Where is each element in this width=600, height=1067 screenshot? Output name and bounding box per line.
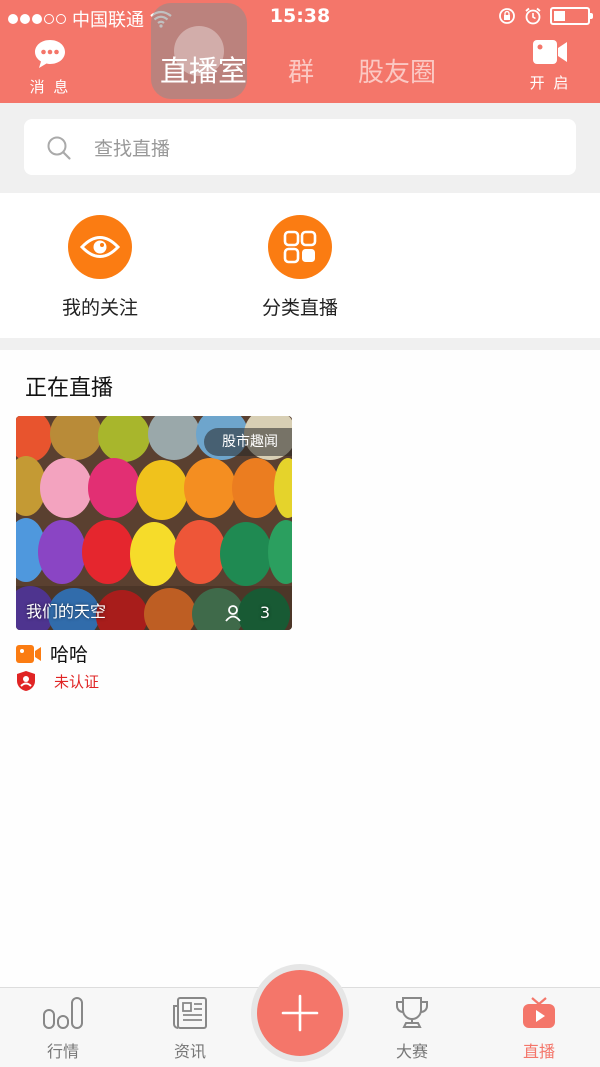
- my-follows-button[interactable]: 我的关注: [30, 215, 170, 320]
- eye-icon: [80, 236, 120, 258]
- publish-button[interactable]: [257, 970, 343, 1056]
- host-name: 哈哈: [50, 644, 89, 666]
- search-icon: [47, 136, 71, 160]
- status-bar: 中国联通 15:38: [0, 0, 600, 34]
- nav-contest-label: 大赛: [395, 1042, 428, 1061]
- shield-icon: [17, 671, 35, 691]
- nav-contest[interactable]: 大赛: [372, 996, 452, 1062]
- certification-status: 未认证: [54, 672, 100, 691]
- nav-market[interactable]: 行情: [23, 996, 103, 1062]
- rotation-lock-icon: [499, 8, 515, 24]
- search-placeholder: 查找直播: [94, 138, 171, 160]
- grid-icon: [283, 230, 317, 264]
- nav-news[interactable]: 资讯: [150, 996, 230, 1062]
- chat-bubble-icon: [35, 40, 65, 68]
- nav-news-label: 资讯: [173, 1042, 206, 1061]
- trophy-icon: [396, 997, 428, 1028]
- viewer-count-value: 3: [259, 603, 270, 622]
- room-name: 我们的天空: [26, 602, 107, 621]
- nav-live-label: 直播: [522, 1042, 555, 1061]
- nav-live[interactable]: 直播: [499, 996, 579, 1062]
- bar-chart-icon: [43, 997, 83, 1029]
- category-live-label: 分类直播: [261, 297, 338, 319]
- certification-row: 未认证: [16, 670, 99, 692]
- video-camera-icon: [533, 40, 567, 64]
- section-title: 正在直播: [25, 376, 114, 401]
- messages-label: 消 息: [29, 78, 71, 96]
- alarm-icon: [525, 7, 541, 25]
- app-header: 中国联通 15:38 消 息 直播室 群 股友圈 开 启: [0, 0, 600, 103]
- search-area: 查找直播: [0, 103, 600, 193]
- live-camera-icon: [16, 644, 41, 663]
- nav-market-label: 行情: [46, 1042, 79, 1061]
- tv-play-icon: [523, 997, 555, 1028]
- start-live-button[interactable]: 开 启: [520, 38, 580, 93]
- messages-button[interactable]: 消 息: [20, 38, 80, 97]
- status-right: [498, 7, 593, 25]
- my-follows-circle: [68, 215, 132, 279]
- section-divider: [0, 338, 600, 350]
- room-category-tag: 股市趣闻: [204, 428, 292, 456]
- shortcuts-panel: 我的关注 分类直播: [0, 193, 600, 338]
- battery-icon: [550, 7, 593, 25]
- my-follows-label: 我的关注: [61, 297, 138, 319]
- start-live-label: 开 启: [529, 74, 571, 92]
- person-icon: [225, 604, 241, 622]
- newspaper-icon: [173, 997, 207, 1029]
- tab-stock-friends[interactable]: 股友圈: [358, 52, 436, 89]
- tab-group[interactable]: 群: [288, 52, 314, 89]
- live-room-card[interactable]: 股市趣闻 我们的天空 3: [16, 416, 292, 630]
- host-row: 哈哈: [16, 640, 88, 667]
- plus-icon: [281, 994, 319, 1032]
- tab-live-room[interactable]: 直播室: [160, 48, 247, 90]
- category-live-circle: [268, 215, 332, 279]
- viewer-count: 3: [224, 603, 270, 622]
- search-input[interactable]: 查找直播: [24, 119, 576, 175]
- category-live-button[interactable]: 分类直播: [230, 215, 370, 320]
